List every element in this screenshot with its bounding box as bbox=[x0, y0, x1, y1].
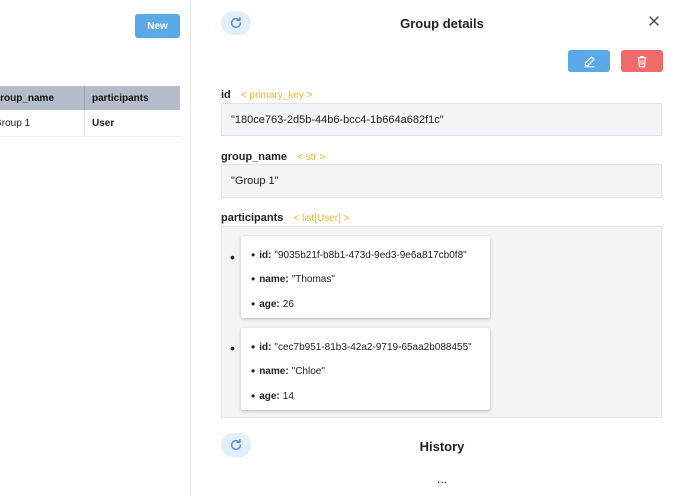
column-header-group-name[interactable]: group_name bbox=[0, 86, 85, 110]
edit-button[interactable] bbox=[568, 50, 610, 72]
participant-id: • id: "cec7b951-81b3-42a2-9719-65aa2b08845… bbox=[251, 340, 472, 354]
participant-name: • name: "Thomas" bbox=[251, 272, 335, 286]
participant-age: • age: 26 bbox=[251, 297, 294, 311]
list-bullet: • bbox=[230, 249, 235, 265]
history-loading: ... bbox=[437, 472, 448, 486]
participant-age: • age: 14 bbox=[251, 389, 294, 403]
groups-table: group_name participants Group 1 User bbox=[0, 86, 180, 137]
table-row[interactable]: Group 1 User bbox=[0, 110, 180, 137]
field-type-participants: < list[User] > bbox=[293, 213, 350, 224]
delete-button[interactable] bbox=[621, 50, 663, 72]
field-label-id: id < primary_key > bbox=[221, 89, 313, 101]
list-bullet: • bbox=[230, 340, 235, 356]
field-type-group-name: < str > bbox=[297, 152, 326, 163]
trash-icon bbox=[637, 55, 647, 67]
participant-card: • id: "cec7b951-81b3-42a2-9719-65aa2b08845… bbox=[241, 328, 490, 410]
cell-group-name: Group 1 bbox=[0, 110, 85, 136]
participant-card: • id: "9035b21f-b8b1-473d-9ed3-9e6a817cb0f… bbox=[241, 236, 490, 318]
close-icon bbox=[649, 16, 659, 26]
close-button[interactable] bbox=[647, 14, 661, 28]
field-value-group-name: "Group 1" bbox=[221, 164, 662, 198]
field-value-id: "180ce763-2d5b-44b6-bcc4-1b664a682f1c" bbox=[221, 103, 662, 136]
edit-icon bbox=[584, 55, 595, 67]
field-label-participants: participants < list[User] > bbox=[221, 212, 350, 224]
new-button[interactable]: New bbox=[135, 14, 180, 38]
participant-id: • id: "9035b21f-b8b1-473d-9ed3-9e6a817cb0f… bbox=[251, 248, 467, 262]
participant-name: • name: "Chloe" bbox=[251, 364, 325, 378]
cell-participants: User bbox=[92, 117, 115, 129]
group-list-pane: New group_name participants Group 1 User bbox=[0, 0, 191, 496]
column-header-participants[interactable]: participants bbox=[85, 86, 180, 110]
field-type-id: < primary_key > bbox=[240, 90, 313, 101]
field-label-group-name: group_name < str > bbox=[221, 151, 326, 163]
participants-list: • • id: "9035b21f-b8b1-473d-9ed3-9e6a817cb… bbox=[221, 226, 662, 418]
group-details-panel: Group details id < primary_key > "180ce76… bbox=[192, 0, 692, 496]
history-title: History bbox=[419, 439, 465, 454]
table-header: group_name participants bbox=[0, 86, 180, 110]
panel-title: Group details bbox=[400, 16, 484, 31]
